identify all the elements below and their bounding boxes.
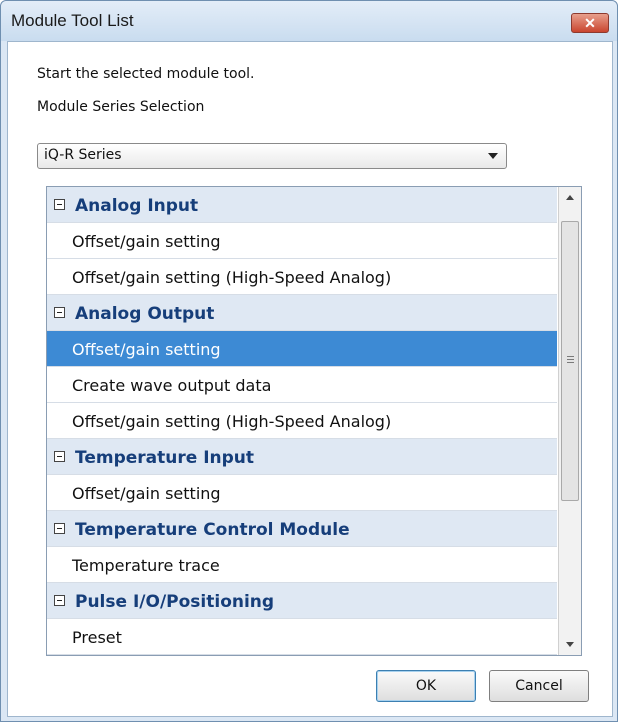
group-label: Temperature Input (75, 448, 255, 468)
tree-item-row[interactable]: Offset/gain setting (47, 475, 557, 511)
series-selection-label: Module Series Selection (37, 99, 205, 115)
scroll-down-button[interactable] (559, 635, 581, 655)
module-series-value: iQ-R Series (44, 147, 122, 163)
title-bar[interactable]: Module Tool List ✕ (1, 1, 617, 41)
close-icon: ✕ (584, 15, 596, 31)
window-title: Module Tool List (11, 11, 134, 30)
arrow-down-icon (566, 642, 574, 647)
tree-group-row[interactable]: Analog Input (47, 187, 557, 223)
group-label: Temperature Control Module (75, 520, 350, 540)
collapse-icon[interactable] (54, 523, 65, 534)
scroll-thumb[interactable] (561, 221, 579, 501)
ok-button[interactable]: OK (376, 670, 476, 702)
close-button[interactable]: ✕ (571, 13, 609, 33)
tree-item-row[interactable]: Preset (47, 619, 557, 655)
tree-item-row[interactable]: Offset/gain setting (High-Speed Analog) (47, 403, 557, 439)
tree-group-row[interactable]: Temperature Control Module (47, 511, 557, 547)
vertical-scrollbar[interactable] (558, 187, 581, 655)
tool-label: Offset/gain setting (72, 340, 221, 359)
collapse-icon[interactable] (54, 199, 65, 210)
tool-label: Create wave output data (72, 376, 272, 395)
tool-label: Offset/gain setting (High-Speed Analog) (72, 412, 392, 431)
chevron-down-icon[interactable] (488, 153, 498, 159)
tool-label: Offset/gain setting (72, 484, 221, 503)
tool-label: Offset/gain setting (72, 232, 221, 251)
tree-item-row[interactable]: Create wave output data (47, 367, 557, 403)
tree-item-row[interactable]: Temperature trace (47, 547, 557, 583)
collapse-icon[interactable] (54, 307, 65, 318)
tree-group-row[interactable]: Temperature Input (47, 439, 557, 475)
tree-item-row[interactable]: Offset/gain setting (High-Speed Analog) (47, 259, 557, 295)
group-label: Analog Input (75, 196, 199, 216)
instruction-text: Start the selected module tool. (37, 66, 255, 82)
tree-rows: Analog Input Offset/gain setting Offset/ga… (47, 187, 557, 655)
module-tool-tree[interactable]: Analog Input Offset/gain setting Offset/ga… (46, 186, 582, 656)
arrow-up-icon (566, 195, 574, 200)
module-tool-list-dialog: Module Tool List ✕ Start the selected mo… (0, 0, 618, 722)
module-series-select[interactable]: iQ-R Series (37, 143, 507, 169)
collapse-icon[interactable] (54, 595, 65, 606)
tool-label: Offset/gain setting (High-Speed Analog) (72, 268, 392, 287)
tree-group-row[interactable]: Pulse I/O/Positioning (47, 583, 557, 619)
collapse-icon[interactable] (54, 451, 65, 462)
group-label: Pulse I/O/Positioning (75, 592, 275, 612)
grip-icon (567, 356, 574, 364)
tree-item-row[interactable]: Offset/gain setting (47, 223, 557, 259)
group-label: Analog Output (75, 304, 215, 324)
tool-label: Preset (72, 628, 122, 647)
tool-label: Temperature trace (72, 556, 220, 575)
tree-item-row[interactable]: Offset/gain setting (47, 331, 557, 367)
cancel-button[interactable]: Cancel (489, 670, 589, 702)
tree-group-row[interactable]: Analog Output (47, 295, 557, 331)
scroll-up-button[interactable] (559, 187, 581, 207)
